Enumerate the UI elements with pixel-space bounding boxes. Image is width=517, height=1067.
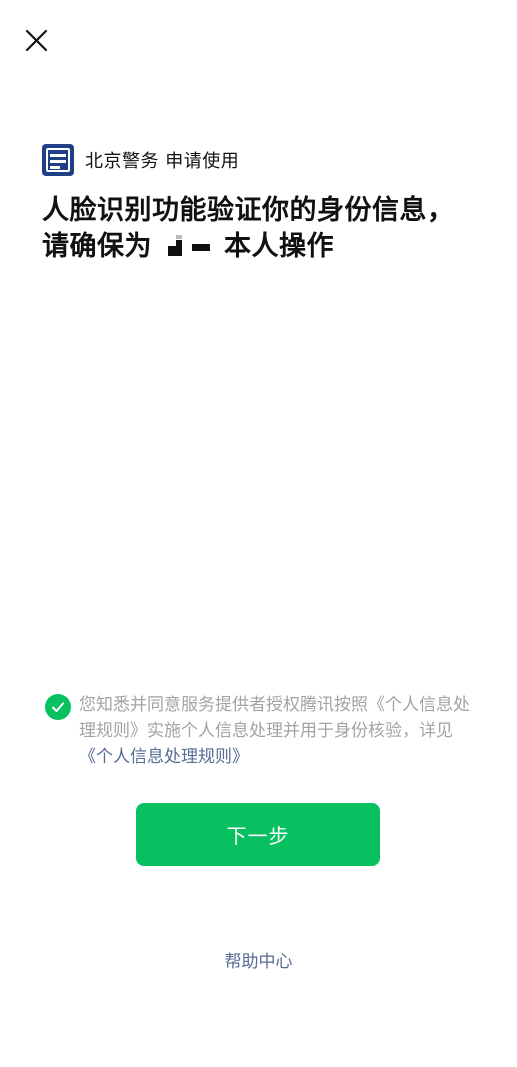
close-button[interactable] bbox=[22, 26, 52, 56]
privacy-rules-link[interactable]: 《个人信息处理规则》 bbox=[79, 747, 249, 767]
title-line-2-suffix: 本人操作 bbox=[224, 231, 334, 262]
consent-row: 您知悉并同意服务提供者授权腾讯按照《个人信息处理规则》实施个人信息处理并用于身份… bbox=[45, 692, 485, 770]
checkmark-icon bbox=[52, 702, 64, 712]
app-request-text: 北京警务 申请使用 bbox=[85, 147, 239, 173]
next-step-button[interactable]: 下一步 bbox=[136, 803, 380, 866]
request-label: 申请使用 bbox=[165, 151, 240, 172]
consent-text: 您知悉并同意服务提供者授权腾讯按照《个人信息处理规则》实施个人信息处理并用于身份… bbox=[79, 692, 479, 770]
title-line-2-prefix: 请确保为 bbox=[42, 231, 152, 262]
consent-description: 您知悉并同意服务提供者授权腾讯按照《个人信息处理规则》实施个人信息处理并用于身份… bbox=[79, 695, 470, 741]
close-icon bbox=[25, 29, 48, 52]
title-line-1: 人脸识别功能验证你的身份信息， bbox=[42, 195, 455, 226]
app-info: 北京警务 申请使用 bbox=[42, 143, 239, 177]
help-center-link[interactable]: 帮助中心 bbox=[0, 947, 517, 972]
police-badge-logo bbox=[42, 144, 74, 176]
title-line-2: 请确保为 本人操作 bbox=[42, 229, 482, 265]
app-name: 北京警务 bbox=[85, 151, 159, 172]
page-title: 人脸识别功能验证你的身份信息， 请确保为 本人操作 bbox=[42, 193, 482, 265]
masked-user-name bbox=[166, 235, 216, 257]
consent-checkbox[interactable] bbox=[45, 694, 71, 720]
